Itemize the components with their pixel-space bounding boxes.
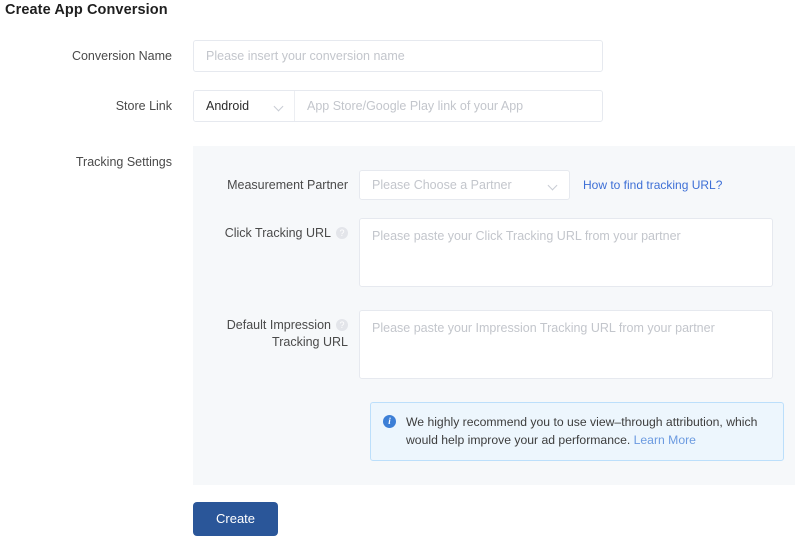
click-tracking-url-label-text: Click Tracking URL — [224, 226, 331, 240]
create-app-conversion-form: Conversion Name Store Link Android Track… — [0, 40, 800, 536]
view-through-attribution-notice: i We highly recommend you to use view–th… — [370, 402, 784, 461]
question-mark-icon[interactable]: ? — [336, 319, 348, 331]
store-link-input[interactable] — [295, 91, 602, 121]
chevron-down-icon — [274, 101, 285, 112]
impression-tracking-url-label-line1: Default Impression — [226, 318, 331, 332]
measurement-partner-value: Please Choose a Partner — [372, 178, 512, 192]
panel-row-impression-tracking-url: Default Impression? Tracking URL — [193, 310, 795, 384]
measurement-partner-label: Measurement Partner — [193, 170, 348, 194]
measurement-partner-select[interactable]: Please Choose a Partner — [359, 170, 570, 200]
panel-row-click-tracking-url: Click Tracking URL? — [193, 218, 795, 292]
click-tracking-url-textarea[interactable] — [359, 218, 773, 287]
impression-tracking-url-label: Default Impression? Tracking URL — [193, 310, 348, 351]
notice-text: We highly recommend you to use view–thro… — [406, 413, 761, 449]
page-title: Create App Conversion — [5, 2, 168, 18]
notice-message: We highly recommend you to use view–thro… — [406, 415, 758, 447]
panel-row-measurement-partner: Measurement Partner Please Choose a Part… — [193, 170, 795, 200]
measurement-partner-label-text: Measurement Partner — [227, 178, 348, 192]
tracking-settings-panel: Measurement Partner Please Choose a Part… — [193, 146, 795, 485]
form-row-conversion-name: Conversion Name — [0, 40, 800, 90]
form-actions: Create — [0, 502, 800, 536]
conversion-name-input[interactable] — [193, 40, 603, 72]
impression-tracking-url-textarea[interactable] — [359, 310, 773, 379]
impression-tracking-url-label-line2: Tracking URL — [272, 335, 348, 349]
form-row-tracking-settings: Tracking Settings Measurement Partner Pl… — [0, 146, 800, 485]
click-tracking-url-field — [359, 218, 773, 292]
store-link-label: Store Link — [115, 99, 172, 113]
store-platform-select[interactable]: Android — [194, 91, 295, 121]
question-mark-icon[interactable]: ? — [336, 227, 348, 239]
measurement-partner-field: Please Choose a Partner How to find trac… — [359, 170, 722, 200]
store-platform-value: Android — [206, 99, 250, 113]
chevron-down-icon — [548, 180, 559, 191]
learn-more-link[interactable]: Learn More — [634, 433, 696, 447]
form-row-store-link: Store Link Android — [0, 90, 800, 146]
impression-tracking-url-field — [359, 310, 773, 384]
how-to-find-tracking-url-link[interactable]: How to find tracking URL? — [583, 170, 722, 200]
conversion-name-label: Conversion Name — [71, 49, 172, 63]
click-tracking-url-label: Click Tracking URL? — [193, 218, 348, 242]
create-button[interactable]: Create — [193, 502, 279, 536]
store-link-group: Android — [193, 90, 603, 122]
tracking-settings-label: Tracking Settings — [75, 155, 172, 169]
info-circle-icon: i — [383, 415, 396, 428]
